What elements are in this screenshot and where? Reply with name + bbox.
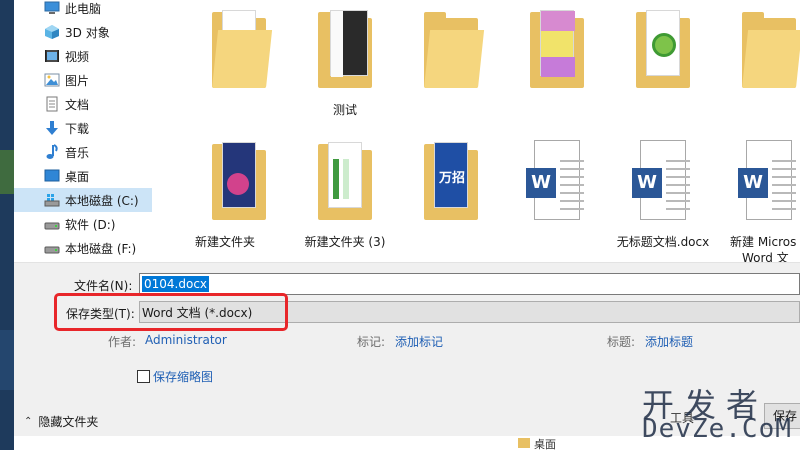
document-icon (44, 96, 60, 112)
nav-item-3d-objects[interactable]: 3D 对象 (14, 20, 152, 44)
windows-drive-icon (44, 192, 60, 208)
chevron-up-icon: ⌃ (24, 416, 33, 427)
nav-item-label: 文档 (65, 98, 90, 112)
file-item[interactable] (398, 4, 504, 132)
folder-icon (632, 4, 694, 96)
folder-icon (738, 4, 800, 96)
nav-item-downloads[interactable]: 下载 (14, 116, 152, 140)
picture-icon (44, 72, 60, 88)
nav-item-desktop[interactable]: 桌面 (14, 164, 152, 188)
folder-icon: { } (208, 4, 273, 96)
folder-icon (526, 4, 588, 96)
file-item[interactable]: 新建文件夹 (172, 136, 278, 262)
folder-icon (420, 4, 485, 96)
download-arrow-icon (44, 120, 60, 136)
nav-item-label: 本地磁盘 (F:) (65, 242, 137, 256)
folder-icon (314, 136, 376, 228)
file-name: 新建文件夹 (194, 235, 255, 249)
drive-icon (44, 240, 60, 256)
folder-icon (314, 4, 376, 96)
file-name: 新建 Micros (730, 235, 797, 249)
filename-value: 0104.docx (142, 276, 210, 292)
nav-item-pictures[interactable]: 图片 (14, 68, 152, 92)
file-list: { } 测试 (166, 0, 800, 262)
nav-item-local-disk-c[interactable]: 本地磁盘 (C:) (14, 188, 152, 212)
video-icon (44, 48, 60, 64)
navigation-pane: 此电脑 3D 对象 视频 图片 文档 下载 音乐 桌面 本地磁盘 (C:) 软件… (14, 0, 180, 262)
drive-icon (44, 216, 60, 232)
file-item[interactable] (610, 4, 716, 132)
nav-item-label: 音乐 (65, 146, 90, 160)
nav-item-videos[interactable]: 视频 (14, 44, 152, 68)
nav-item-music[interactable]: 音乐 (14, 140, 152, 164)
music-note-icon (44, 144, 60, 160)
tags-label: 标记: (357, 335, 386, 349)
nav-item-label: 软件 (D:) (65, 218, 116, 232)
desktop-icon (44, 168, 60, 184)
add-title-link[interactable]: 添加标题 (645, 333, 693, 350)
save-thumbnail-label: 保存缩略图 (153, 370, 214, 384)
word-document-icon: W (632, 136, 694, 228)
highlight-annotation (54, 293, 288, 331)
title-label: 标题: (607, 335, 636, 349)
file-name-line2: Word 文 (742, 251, 789, 262)
filename-input[interactable]: 0104.docx (139, 273, 800, 295)
folder-icon (518, 438, 530, 448)
cube-3d-icon (44, 24, 60, 40)
desktop-edge (0, 0, 14, 450)
nav-item-label: 此电脑 (65, 2, 102, 16)
word-document-icon: W (526, 136, 588, 228)
filename-label: 文件名(N): (74, 279, 133, 293)
nav-item-local-disk-f[interactable]: 本地磁盘 (F:) (14, 236, 152, 260)
hide-folders-toggle[interactable]: ⌃ 隐藏文件夹 (24, 413, 98, 430)
file-item[interactable]: W 新建 Micros Word 文 (716, 136, 800, 262)
nav-item-label: 本地磁盘 (C:) (65, 194, 139, 208)
file-name: 测试 (332, 103, 357, 117)
word-document-icon: W (738, 136, 800, 228)
file-item[interactable]: { } (186, 4, 292, 132)
file-name: 新建文件夹 (3) (304, 235, 386, 249)
folder-icon: 万招 (420, 136, 482, 228)
nav-item-label: 3D 对象 (65, 26, 110, 40)
hide-folders-label: 隐藏文件夹 (38, 415, 99, 429)
file-item[interactable] (504, 4, 610, 132)
add-tags-link[interactable]: 添加标记 (395, 333, 443, 350)
nav-item-label: 图片 (65, 74, 90, 88)
file-item[interactable]: 测试 (292, 4, 398, 132)
nav-item-this-pc[interactable]: 此电脑 (14, 0, 152, 20)
author-label: 作者: (108, 335, 137, 349)
nav-item-label: 视频 (65, 50, 90, 64)
nav-item-documents[interactable]: 文档 (14, 92, 152, 116)
file-item[interactable]: 万招 (398, 136, 504, 262)
computer-icon (44, 0, 60, 16)
file-item[interactable] (716, 4, 800, 132)
folder-icon (208, 136, 270, 228)
nav-item-label: 下载 (65, 122, 90, 136)
author-value[interactable]: Administrator (145, 333, 227, 347)
save-thumbnail-checkbox[interactable]: 保存缩略图 (137, 368, 213, 385)
checkbox-box[interactable] (137, 370, 150, 383)
file-name: 无标题文档.docx (616, 235, 710, 249)
nav-item-label: 桌面 (65, 170, 90, 184)
file-item[interactable]: W 无标题文档.docx (610, 136, 716, 262)
watermark-english: DevZe.CoM (642, 414, 792, 444)
file-item[interactable]: W (504, 136, 610, 262)
nav-item-software-d[interactable]: 软件 (D:) (14, 212, 152, 236)
strip-label: 桌面 (534, 438, 556, 450)
file-item[interactable]: 新建文件夹 (3) (292, 136, 398, 262)
